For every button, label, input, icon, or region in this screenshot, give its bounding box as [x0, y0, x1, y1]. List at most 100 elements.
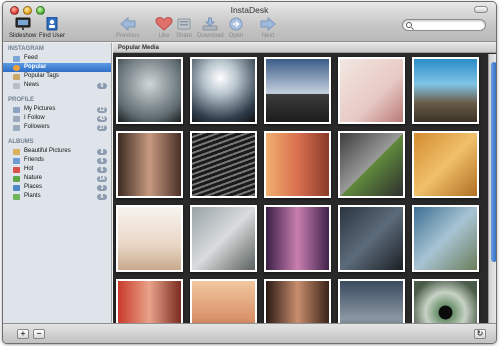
media-panel-header: Popular Media	[113, 43, 496, 53]
like-button[interactable]: Like	[155, 17, 173, 39]
photo-tile[interactable]	[116, 205, 183, 272]
photo-tile[interactable]	[116, 131, 183, 198]
photo-tile[interactable]	[338, 205, 405, 272]
photo-beach	[192, 281, 255, 323]
sidebar-item-my-pictures[interactable]: My Pictures 12	[3, 105, 111, 114]
photo-hand	[340, 133, 403, 196]
sidebar-item-popular-tags[interactable]: Popular Tags	[3, 72, 111, 81]
open-icon	[229, 17, 243, 31]
popular-icon	[13, 64, 20, 71]
sidebar-item-beautiful-pictures[interactable]: Beautiful Pictures 8	[3, 147, 111, 156]
find-user-button[interactable]: Find User	[39, 17, 65, 39]
photo-tile[interactable]	[116, 279, 183, 323]
photo-tile[interactable]	[338, 279, 405, 323]
slideshow-button[interactable]: Slideshow	[9, 17, 36, 39]
beautiful-pictures-count-badge: 8	[97, 148, 107, 155]
download-button[interactable]: Download	[197, 17, 224, 39]
next-button[interactable]: Next	[259, 17, 277, 39]
remove-album-button[interactable]: −	[33, 329, 45, 339]
sidebar-item-label: Popular	[24, 64, 47, 70]
people-icon	[13, 124, 20, 131]
photo-pavement	[192, 133, 255, 196]
scrollbar-thumb[interactable]	[491, 62, 496, 262]
nature-count-badge: 14	[97, 175, 107, 182]
tag-icon	[13, 73, 20, 80]
open-button[interactable]: Open	[227, 17, 245, 39]
vertical-scrollbar[interactable]	[488, 54, 496, 323]
photo-tile[interactable]	[190, 279, 257, 323]
photo-money	[414, 207, 477, 270]
photo-tile[interactable]	[338, 131, 405, 198]
album-icon	[13, 157, 20, 164]
sidebar-item-label: My Pictures	[24, 106, 56, 112]
share-button[interactable]: Share	[175, 17, 193, 39]
album-icon	[13, 148, 20, 155]
sidebar-item-feed[interactable]: Feed	[3, 54, 111, 63]
toolbar-toggle-button[interactable]	[474, 6, 488, 13]
sidebar: INSTAGRAM Feed Popular Popular Tags News…	[3, 43, 112, 323]
news-count-badge: 0	[97, 82, 107, 89]
photo-tile[interactable]	[264, 205, 331, 272]
photo-tile[interactable]	[412, 131, 479, 198]
album-icon	[13, 193, 20, 200]
i-follow-count-badge: 43	[97, 115, 107, 122]
photo-note	[340, 59, 403, 122]
sidebar-item-friends[interactable]: Friends 6	[3, 156, 111, 165]
sidebar-item-i-follow[interactable]: I Follow 43	[3, 114, 111, 123]
photo-tile[interactable]	[264, 131, 331, 198]
sidebar-item-label: Friends	[24, 157, 45, 163]
photo-stairs	[192, 207, 255, 270]
sidebar-item-label: Beautiful Pictures	[24, 148, 71, 154]
sidebar-item-news[interactable]: News 0	[3, 81, 111, 90]
sidebar-item-label: News	[24, 82, 40, 88]
window-title: InstaDesk	[230, 5, 269, 15]
photo-tile[interactable]	[412, 279, 479, 323]
sidebar-item-hot[interactable]: Hot 6	[3, 165, 111, 174]
photo-tile[interactable]	[190, 205, 257, 272]
sidebar-item-label: I Follow	[24, 115, 45, 121]
previous-button[interactable]: Previous	[116, 17, 139, 39]
photo-woman	[266, 281, 329, 323]
sidebar-item-places[interactable]: Places 3	[3, 183, 111, 192]
sidebar-item-popular[interactable]: Popular	[3, 63, 111, 72]
sidebar-item-label: Followers	[24, 124, 50, 130]
photo-tile[interactable]	[190, 131, 257, 198]
plants-count-badge: 6	[97, 193, 107, 200]
add-album-button[interactable]: +	[17, 329, 29, 339]
refresh-button[interactable]: ↻	[474, 329, 486, 339]
photo-tile[interactable]	[190, 57, 257, 124]
photo-tile[interactable]	[338, 57, 405, 124]
sidebar-item-plants[interactable]: Plants 6	[3, 192, 111, 201]
share-label: Share	[175, 33, 192, 39]
slideshow-icon	[15, 17, 31, 30]
search-input[interactable]	[402, 19, 486, 31]
photo-selfie	[266, 133, 329, 196]
photo-tile[interactable]	[412, 205, 479, 272]
sidebar-item-label: Hot	[24, 166, 34, 172]
photo-bird	[118, 59, 181, 122]
media-panel: Popular Media	[113, 43, 496, 323]
feed-icon	[13, 55, 20, 62]
photo-tile[interactable]	[116, 57, 183, 124]
friends-count-badge: 6	[97, 157, 107, 164]
sidebar-item-followers[interactable]: Followers 27	[3, 123, 111, 132]
like-label: Like	[158, 33, 170, 39]
photo-tile[interactable]	[412, 57, 479, 124]
photo-sign	[118, 281, 181, 323]
photo-rocks	[414, 59, 477, 122]
sidebar-header-instagram: INSTAGRAM	[8, 46, 44, 52]
photo-tile[interactable]	[264, 279, 331, 323]
news-icon	[13, 82, 20, 89]
app-window: InstaDesk Slideshow Find User Previous L…	[2, 1, 497, 344]
photo-tile[interactable]	[264, 57, 331, 124]
photo-grid	[113, 54, 487, 323]
download-icon	[202, 17, 218, 31]
album-icon	[13, 166, 20, 173]
sidebar-item-label: Feed	[24, 55, 38, 61]
pictures-icon	[13, 106, 20, 113]
title-bar: InstaDesk Slideshow Find User Previous L…	[3, 2, 496, 42]
sidebar-item-label: Popular Tags	[24, 73, 59, 79]
share-icon	[177, 18, 191, 30]
sidebar-item-nature[interactable]: Nature 14	[3, 174, 111, 183]
next-label: Next	[261, 33, 275, 39]
